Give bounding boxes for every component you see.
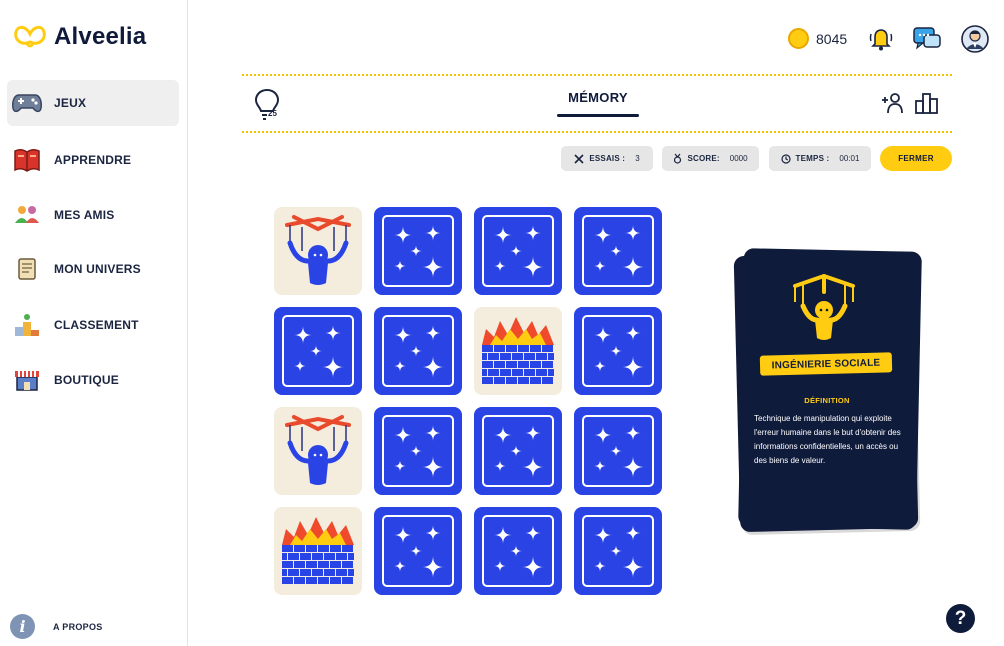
- sidebar-item-boutique[interactable]: BOUTIQUE: [7, 357, 179, 403]
- about-label: A PROPOS: [53, 621, 103, 632]
- sidebar-item-label: JEUX: [54, 96, 87, 110]
- header-divider-top: [242, 74, 952, 76]
- memory-card-hidden[interactable]: [574, 207, 662, 295]
- memory-card-puppet[interactable]: [274, 407, 362, 495]
- chat-icon[interactable]: [912, 24, 942, 54]
- help-button[interactable]: ?: [946, 604, 975, 633]
- sparkle-icon: [494, 425, 544, 478]
- sidebar-item-label: MON UNIVERS: [54, 262, 141, 276]
- sidebar-item-label: APPRENDRE: [54, 153, 132, 167]
- memory-card-firewall[interactable]: [474, 307, 562, 395]
- close-game-button[interactable]: FERMER: [880, 146, 952, 171]
- sparkle-icon: [494, 225, 544, 278]
- clock-icon: [780, 153, 791, 164]
- info-card-definition: Technique de manipulation qui exploite l…: [754, 414, 901, 465]
- sidebar-item-jeux[interactable]: JEUX: [7, 80, 179, 126]
- sidebar: Alveelia JEUX APPRENDRE MES AMIS MON UNI: [0, 0, 188, 646]
- memory-card-hidden[interactable]: [574, 307, 662, 395]
- puppet-icon: [793, 273, 855, 340]
- sidebar-item-mes-amis[interactable]: MES AMIS: [7, 192, 179, 238]
- firewall-icon: [482, 317, 554, 384]
- sparkle-icon: [294, 325, 344, 378]
- info-icon: i: [10, 614, 35, 639]
- gamepad-icon: [11, 87, 43, 119]
- memory-card-hidden[interactable]: [374, 407, 462, 495]
- info-card-subtitle: DÉFINITION: [804, 396, 850, 405]
- tab-memory[interactable]: MÉMORY: [557, 90, 639, 105]
- header-divider-bottom: [242, 131, 952, 133]
- memory-card-hidden[interactable]: [574, 507, 662, 595]
- leaderboard-icon[interactable]: [915, 91, 939, 115]
- memory-card-firewall[interactable]: [274, 507, 362, 595]
- brand-logo[interactable]: Alveelia: [12, 22, 146, 52]
- shop-icon: [11, 364, 43, 396]
- timer-value: 00:01: [839, 154, 860, 163]
- brand-name: Alveelia: [54, 23, 147, 50]
- sparkle-icon: [594, 425, 644, 478]
- timer-badge: TEMPS : 00:01: [769, 146, 871, 171]
- medal-icon: [674, 153, 682, 164]
- about-link[interactable]: i A PROPOS: [10, 614, 103, 639]
- bell-icon[interactable]: [866, 24, 896, 54]
- coin-count: 8045: [816, 30, 848, 47]
- sidebar-item-classement[interactable]: CLASSEMENT: [7, 302, 179, 348]
- attempts-badge: ESSAIS : 3: [561, 146, 653, 171]
- sparkle-icon: [394, 225, 444, 278]
- memory-card-hidden[interactable]: [374, 307, 462, 395]
- podium-icon: [11, 309, 43, 341]
- sidebar-item-label: BOUTIQUE: [54, 373, 119, 387]
- memory-card-puppet[interactable]: [274, 207, 362, 295]
- tab-underline: [557, 114, 639, 117]
- score-badge: SCORE: 0000: [662, 146, 759, 171]
- puppet-icon: [285, 415, 351, 485]
- hint-count: 25: [268, 109, 277, 118]
- sidebar-item-label: MES AMIS: [54, 208, 115, 222]
- avatar-icon[interactable]: [960, 24, 990, 54]
- attempts-value: 3: [635, 154, 640, 163]
- memory-card-hidden[interactable]: [474, 507, 562, 595]
- add-friend-icon[interactable]: [881, 91, 905, 115]
- sidebar-item-apprendre[interactable]: APPRENDRE: [7, 137, 179, 183]
- app-root: Alveelia JEUX APPRENDRE MES AMIS MON UNI: [0, 0, 1004, 646]
- sparkle-icon: [594, 225, 644, 278]
- timer-label: TEMPS :: [795, 154, 830, 163]
- puppet-icon: [285, 215, 351, 285]
- memory-card-hidden[interactable]: [374, 507, 462, 595]
- sparkle-icon: [494, 525, 544, 578]
- coin-balance: 8045: [788, 28, 847, 49]
- coin-icon: [788, 28, 809, 49]
- friends-icon: [11, 199, 43, 231]
- score-value: 0000: [729, 154, 748, 163]
- sidebar-item-label: CLASSEMENT: [54, 318, 139, 332]
- firewall-icon: [282, 517, 354, 584]
- sparkle-icon: [394, 325, 444, 378]
- info-card-title: INGÉNIERIE SOCIALE: [759, 352, 893, 376]
- scroll-icon: [11, 253, 43, 285]
- memory-card-hidden[interactable]: [574, 407, 662, 495]
- close-icon: [574, 153, 584, 164]
- attempts-label: ESSAIS :: [589, 154, 626, 163]
- sparkle-icon: [594, 325, 644, 378]
- sparkle-icon: [394, 425, 444, 478]
- score-label: SCORE:: [687, 154, 720, 163]
- memory-card-hidden[interactable]: [474, 407, 562, 495]
- book-icon: [11, 144, 43, 176]
- sparkle-icon: [394, 525, 444, 578]
- sidebar-item-mon-univers[interactable]: MON UNIVERS: [7, 246, 179, 292]
- sparkle-icon: [594, 525, 644, 578]
- memory-card-hidden[interactable]: [274, 307, 362, 395]
- memory-card-hidden[interactable]: [374, 207, 462, 295]
- bee-icon: [14, 25, 46, 48]
- memory-card-hidden[interactable]: [474, 207, 562, 295]
